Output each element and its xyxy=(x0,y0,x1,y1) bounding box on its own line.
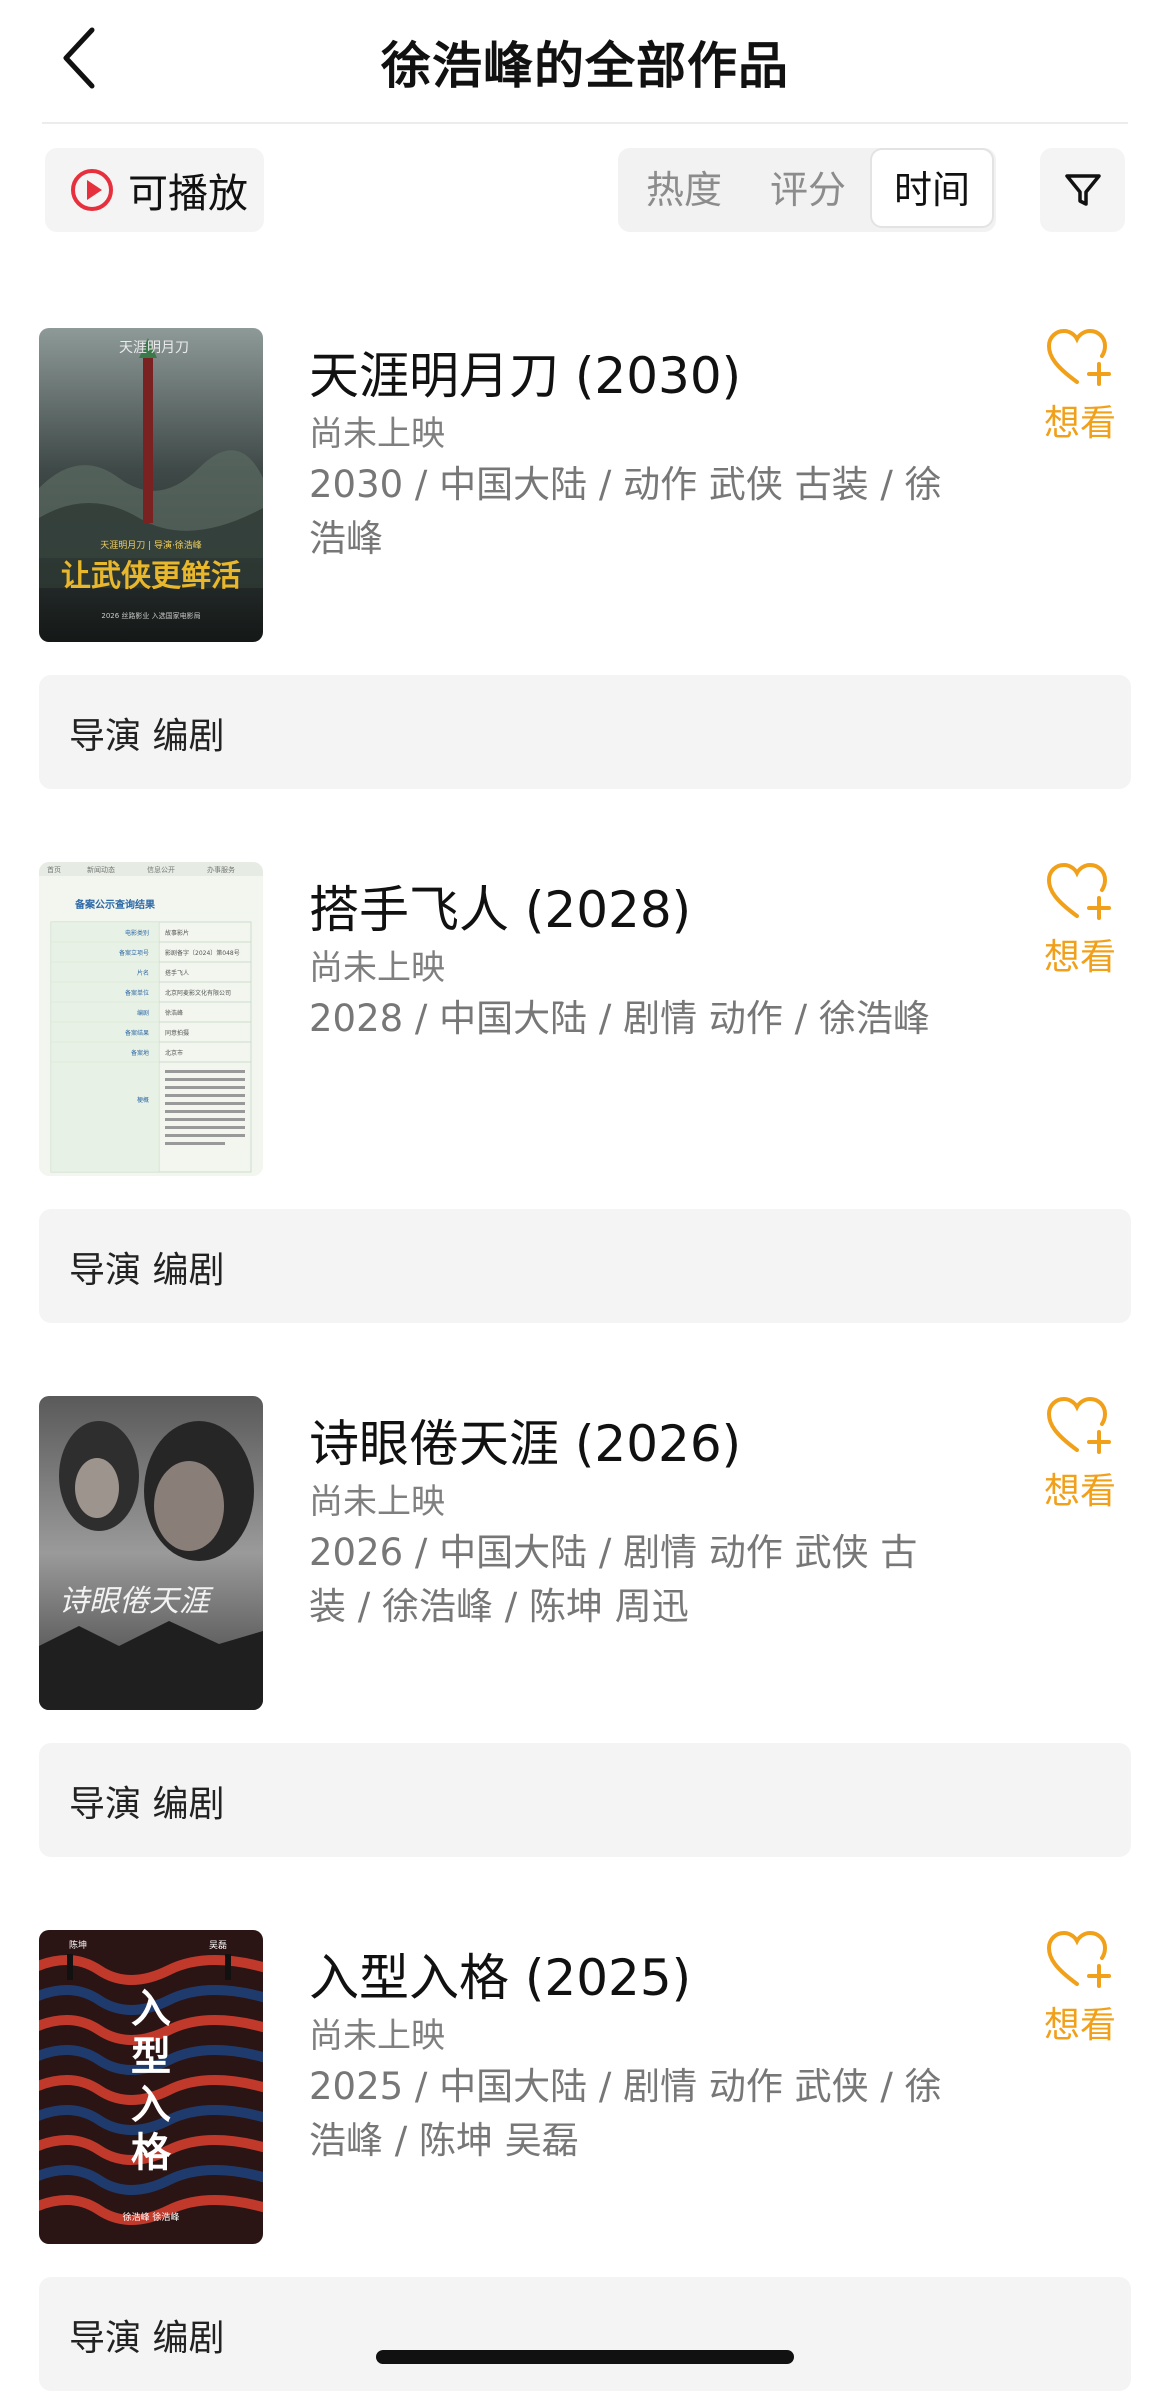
playable-filter-button[interactable]: 可播放 xyxy=(45,148,264,232)
poster-credit-text: 天涯明月刀 | 导演·徐浩峰 xyxy=(100,539,202,551)
poster-row-label: 编剧 xyxy=(137,1009,149,1017)
movie-info: 2026 / 中国大陆 / 剧情 动作 武侠 古装 / 徐浩峰 / 陈坤 周迅 xyxy=(309,1531,918,1628)
want-label: 想看 xyxy=(1043,2005,1116,2046)
movie-status: 尚未上映 xyxy=(309,414,445,454)
movie-title[interactable]: 入型入格 (2025) xyxy=(309,1938,691,2010)
svg-text:型: 型 xyxy=(131,2033,171,2080)
header-divider xyxy=(42,122,1128,124)
svg-text:入: 入 xyxy=(131,1985,171,2032)
movie-poster[interactable]: 诗眼倦天涯 xyxy=(39,1396,263,1710)
sort-time-tab[interactable]: 时间 xyxy=(870,148,994,228)
play-icon xyxy=(71,169,113,211)
filter-icon xyxy=(1064,174,1101,206)
roles-text: 导演 编剧 xyxy=(69,1784,225,1825)
poster-row-label: 备案立项号 xyxy=(119,949,149,957)
roles-bar: 导演 编剧 xyxy=(39,1209,1131,1323)
poster-actor-1: 陈坤 xyxy=(69,1939,87,1951)
roles-bar: 导演 编剧 xyxy=(39,1743,1131,1857)
want-label: 想看 xyxy=(1043,1471,1116,1512)
movie-poster[interactable]: 陈坤 吴磊 入 型 入 格 徐浩峰 徐浩峰 xyxy=(39,1930,263,2244)
want-to-watch-button[interactable]: 想看 xyxy=(1030,1396,1130,1514)
sort-rating-tab[interactable]: 评分 xyxy=(746,148,870,232)
poster-title-text: 天涯明月刀 xyxy=(119,340,189,356)
playable-label: 可播放 xyxy=(128,171,248,217)
sort-segmented-control: 热度 评分 时间 xyxy=(618,148,996,232)
page-title: 徐浩峰的全部作品 xyxy=(381,37,789,95)
poster-row-value: 故事影片 xyxy=(165,929,189,937)
movie-title[interactable]: 诗眼倦天涯 (2026) xyxy=(309,1404,741,1476)
movie-poster[interactable]: 首页 新闻动态 信息公开 办事服务 备案公示查询结果 电影类别 故事影片 备案立… xyxy=(39,862,263,1176)
movie-status: 尚未上映 xyxy=(309,948,445,988)
poster-row-label: 备案单位 xyxy=(125,989,149,997)
poster-tab-3: 信息公开 xyxy=(147,865,175,874)
poster-heading: 备案公示查询结果 xyxy=(74,898,156,911)
poster-row-value: 同意拍摄 xyxy=(165,1029,189,1037)
want-to-watch-button[interactable]: 想看 xyxy=(1030,1930,1130,2048)
want-label: 想看 xyxy=(1043,403,1116,444)
poster-row-label: 片名 xyxy=(137,969,149,977)
heart-plus-icon xyxy=(1046,1930,1111,1988)
poster-credits: 徐浩峰 徐浩峰 xyxy=(123,2211,180,2223)
sort-hot-tab[interactable]: 热度 xyxy=(622,148,746,232)
svg-text:入: 入 xyxy=(131,2081,171,2128)
want-to-watch-button[interactable]: 想看 xyxy=(1030,862,1130,980)
poster-row-label: 电影类别 xyxy=(125,929,149,937)
poster-title-text: 诗眼倦天涯 xyxy=(59,1584,214,1619)
movie-title[interactable]: 天涯明月刀 (2030) xyxy=(309,336,741,408)
svg-text:格: 格 xyxy=(131,2129,172,2176)
roles-bar: 导演 编剧 xyxy=(39,2277,1131,2391)
poster-tab-2: 新闻动态 xyxy=(87,865,115,874)
heart-plus-icon xyxy=(1046,862,1111,920)
poster-row-label: 梗概 xyxy=(137,1096,149,1104)
poster-row-label: 备案地 xyxy=(131,1049,149,1057)
movie-status: 尚未上映 xyxy=(309,1482,445,1522)
heart-plus-icon xyxy=(1046,328,1111,386)
poster-row-label: 备案结果 xyxy=(125,1029,149,1037)
poster-tab-4: 办事服务 xyxy=(207,865,235,874)
poster-slogan-text: 让武侠更鲜活 xyxy=(61,559,241,594)
movie-status: 尚未上映 xyxy=(309,2016,445,2056)
movie-info: 2028 / 中国大陆 / 剧情 动作 / 徐浩峰 xyxy=(309,997,930,1040)
roles-text: 导演 编剧 xyxy=(69,716,225,757)
want-label: 想看 xyxy=(1043,937,1116,978)
poster-bottom-text: 2026 丝路影业 入选国家电影局 xyxy=(101,611,200,620)
roles-text: 导演 编剧 xyxy=(69,2318,225,2359)
poster-row-value: 影剧备字〔2024〕第048号 xyxy=(165,949,240,957)
heart-plus-icon xyxy=(1046,1396,1111,1454)
movie-info: 2025 / 中国大陆 / 剧情 动作 武侠 / 徐浩峰 / 陈坤 吴磊 xyxy=(309,2065,942,2162)
movie-poster[interactable]: 天涯明月刀 天涯明月刀 | 导演·徐浩峰 让武侠更鲜活 2026 丝路影业 入选… xyxy=(39,328,263,642)
filter-button[interactable] xyxy=(1040,148,1125,232)
poster-row-value: 徐浩峰 xyxy=(165,1009,183,1017)
movie-info: 2030 / 中国大陆 / 动作 武侠 古装 / 徐浩峰 xyxy=(309,463,942,560)
roles-bar: 导演 编剧 xyxy=(39,675,1131,789)
home-indicator[interactable] xyxy=(376,2350,794,2364)
roles-text: 导演 编剧 xyxy=(69,1250,225,1291)
poster-row-value: 搭手飞人 xyxy=(165,969,189,977)
poster-tab-1: 首页 xyxy=(47,865,61,874)
poster-row-value: 北京阿麦影文化有限公司 xyxy=(165,989,231,997)
movie-title[interactable]: 搭手飞人 (2028) xyxy=(309,870,691,942)
nav-header: 徐浩峰的全部作品 xyxy=(0,0,1170,122)
want-to-watch-button[interactable]: 想看 xyxy=(1030,328,1130,446)
poster-row-value: 北京市 xyxy=(165,1049,183,1057)
poster-actor-2: 吴磊 xyxy=(209,1940,227,1951)
